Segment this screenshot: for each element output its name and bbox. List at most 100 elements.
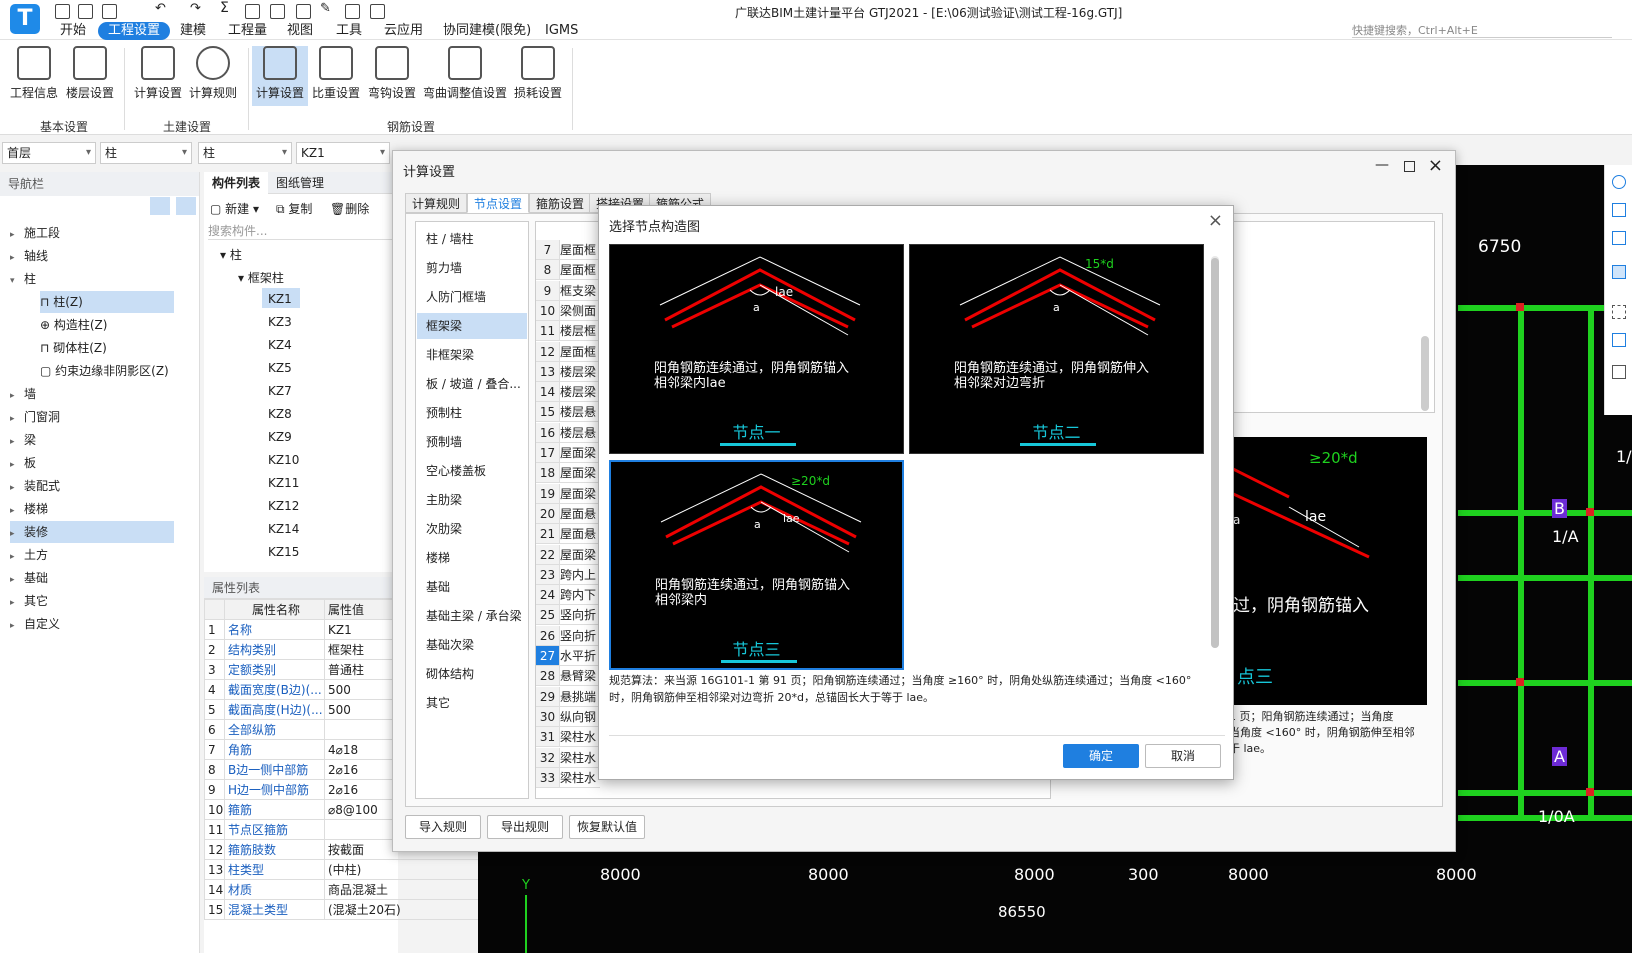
category-item[interactable]: 人防门框墙: [426, 284, 528, 310]
redo-icon[interactable]: ↷: [190, 1, 205, 16]
delete-button[interactable]: 🗑删除: [330, 200, 369, 217]
close-icon[interactable]: ×: [1208, 210, 1223, 231]
nav-item[interactable]: ▸ 楼梯: [10, 498, 48, 520]
row-number[interactable]: 20: [536, 503, 560, 524]
component-item[interactable]: KZ7: [268, 384, 292, 398]
close-icon[interactable]: ×: [1428, 155, 1443, 176]
nav-item[interactable]: ▸ 装修: [10, 521, 174, 543]
component-item[interactable]: KZ15: [268, 545, 299, 559]
row-label[interactable]: 屋面框: [560, 260, 600, 281]
category-item[interactable]: 框架梁: [417, 313, 527, 339]
component-item[interactable]: KZ14: [268, 522, 299, 536]
weight-settings-button[interactable]: 比重设置: [308, 46, 364, 106]
open-folder-icon[interactable]: [102, 4, 117, 19]
sum-icon[interactable]: Σ: [220, 0, 235, 16]
property-value[interactable]: 商品混凝土: [324, 879, 484, 900]
pen-icon[interactable]: ✎: [320, 1, 335, 16]
floor-select[interactable]: 首层: [2, 142, 96, 164]
row-label[interactable]: 梁柱水: [560, 727, 600, 748]
component-item[interactable]: KZ10: [268, 453, 299, 467]
nav-item[interactable]: ▾ 柱: [10, 268, 36, 290]
row-number[interactable]: 21: [536, 524, 560, 545]
row-number[interactable]: 33: [536, 767, 560, 788]
category-item[interactable]: 次肋梁: [426, 516, 528, 542]
row-number[interactable]: 11: [536, 321, 560, 342]
row-label[interactable]: 屋面悬: [560, 504, 600, 524]
row-number[interactable]: 22: [536, 544, 560, 565]
row-number[interactable]: 10: [536, 300, 560, 321]
menu-quantities[interactable]: 工程量: [228, 22, 267, 40]
row-label[interactable]: 屋面框: [560, 240, 600, 260]
property-value[interactable]: (混凝土20石): [324, 899, 484, 920]
tab-calc-rules[interactable]: 计算规则: [405, 193, 468, 213]
category-item[interactable]: 主肋梁: [426, 487, 528, 513]
node-option-1[interactable]: lae a 阳角钢筋连续通过，阴角钢筋锚入 相邻梁内lae 节点一: [609, 244, 904, 454]
category-item[interactable]: 砌体结构: [426, 661, 528, 687]
table-row[interactable]: 14 材质 商品混凝土: [204, 879, 484, 900]
nav-item[interactable]: ⊓ 砌体柱(Z): [40, 337, 107, 359]
row-number[interactable]: 14: [536, 382, 560, 403]
box-icon[interactable]: [1612, 265, 1626, 279]
export-rules-button[interactable]: 导出规则: [487, 815, 563, 839]
row-label[interactable]: 纵向钢: [560, 707, 600, 727]
table-row[interactable]: 13 柱类型 (中柱): [204, 859, 484, 880]
new-file-icon[interactable]: [78, 4, 93, 19]
category-item[interactable]: 基础主梁 / 承台梁: [426, 603, 528, 629]
component-item[interactable]: KZ11: [268, 476, 299, 490]
row-label[interactable]: 屋面梁: [560, 443, 600, 463]
import-rules-button[interactable]: 导入规则: [405, 815, 481, 839]
list-view-icon[interactable]: [150, 197, 170, 215]
row-label[interactable]: 框支梁: [560, 281, 600, 301]
row-label[interactable]: 楼层悬: [560, 423, 600, 443]
row-number[interactable]: 28: [536, 666, 560, 687]
civil-calc-settings-button[interactable]: 计算设置: [130, 46, 186, 106]
category-item[interactable]: 预制墙: [426, 429, 528, 455]
tab-stirrup-settings[interactable]: 箍筋设置: [529, 193, 592, 213]
calc-rules-button[interactable]: 计算规则: [185, 46, 241, 106]
rebar-calc-settings-button[interactable]: 计算设置: [252, 46, 308, 106]
nav-item[interactable]: ▸ 土方: [10, 544, 48, 566]
property-value[interactable]: (中柱): [324, 859, 484, 880]
row-label[interactable]: 竖向折: [560, 605, 600, 626]
notes-icon[interactable]: [1612, 365, 1626, 379]
restore-defaults-button[interactable]: 恢复默认值: [569, 815, 645, 839]
row-label[interactable]: 悬臂梁: [560, 666, 600, 687]
component-item[interactable]: KZ9: [268, 430, 292, 444]
bend-adjust-button[interactable]: 弯曲调整值设置: [422, 46, 508, 106]
menu-tools[interactable]: 工具: [336, 22, 362, 40]
row-label[interactable]: 悬挑端: [560, 687, 600, 707]
refresh-icon[interactable]: [370, 4, 385, 19]
save-icon[interactable]: [55, 4, 70, 19]
column-icon[interactable]: [345, 4, 360, 19]
row-number[interactable]: 25: [536, 605, 560, 626]
menu-collab[interactable]: 协同建模(限免): [443, 22, 531, 40]
nav-item[interactable]: ▸ 基础: [10, 567, 48, 589]
component-item[interactable]: KZ1: [268, 292, 292, 306]
category-item[interactable]: 柱 / 墙柱: [426, 226, 528, 252]
row-number[interactable]: 26: [536, 625, 560, 646]
row-number[interactable]: 30: [536, 706, 560, 727]
menu-start[interactable]: 开始: [60, 22, 86, 40]
menu-modeling[interactable]: 建模: [180, 22, 206, 40]
scrollbar-thumb[interactable]: [1211, 258, 1219, 648]
row-label[interactable]: 跨内下: [560, 585, 600, 606]
row-number[interactable]: 24: [536, 585, 560, 606]
nav-item[interactable]: ▸ 门窗洞: [10, 406, 60, 428]
type-select[interactable]: 柱: [100, 142, 192, 164]
row-number[interactable]: 16: [536, 422, 560, 443]
row-label[interactable]: 水平折: [560, 646, 600, 666]
component-item[interactable]: KZ3: [268, 315, 292, 329]
grid-icon[interactable]: [270, 4, 285, 19]
project-info-button[interactable]: 工程信息: [6, 46, 62, 106]
node-option-3[interactable]: ≥20*d a lae 阳角钢筋连续通过，阴角钢筋锚入 相邻梁内 节点三: [609, 460, 904, 670]
row-number[interactable]: 8: [536, 260, 560, 281]
loss-settings-button[interactable]: 损耗设置: [510, 46, 566, 106]
menu-project-settings[interactable]: 工程设置: [98, 22, 171, 40]
nav-item[interactable]: ▸ 墙: [10, 383, 36, 405]
row-label[interactable]: 屋面梁: [560, 463, 600, 484]
node-option-2[interactable]: 15*d a 阳角钢筋连续通过，阴角钢筋伸入 相邻梁对边弯折 节点二: [909, 244, 1204, 454]
nav-item[interactable]: ▸ 板: [10, 452, 36, 474]
row-number[interactable]: 19: [536, 483, 560, 504]
row-number[interactable]: 7: [536, 240, 560, 260]
shortcut-search[interactable]: 快捷键搜索，Ctrl+Alt+E: [1352, 22, 1612, 38]
